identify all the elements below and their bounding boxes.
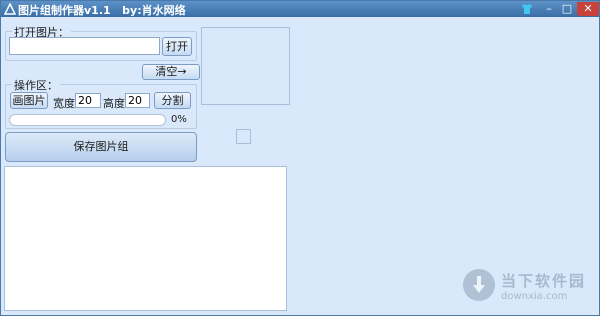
download-arrow-icon [473,276,485,293]
image-path-input[interactable] [9,37,160,55]
progress-percent: 0% [171,114,187,125]
tile-preview [236,129,251,144]
app-window: 图片组制作器v1.1 by:肖水网络 – □ ✕ 打开图片： 打开 清空→ 操作… [0,0,600,316]
skin-button[interactable] [519,2,535,16]
progress-bar [9,114,166,126]
operations-legend: 操作区： [12,77,60,93]
draw-image-button[interactable]: 画图片 [10,92,48,109]
app-logo-icon [4,3,16,15]
height-input[interactable] [125,93,150,108]
open-button[interactable]: 打开 [162,37,192,56]
shirt-icon [522,4,532,14]
image-preview [201,27,290,105]
close-button[interactable]: ✕ [577,2,599,16]
save-image-group-button[interactable]: 保存图片组 [5,132,197,162]
maximize-button[interactable]: □ [559,2,575,16]
output-list[interactable] [4,166,287,311]
title-bar[interactable]: 图片组制作器v1.1 by:肖水网络 – □ ✕ [1,1,599,17]
window-title: 图片组制作器v1.1 by:肖水网络 [18,4,186,17]
split-button[interactable]: 分割 [154,92,191,109]
minimize-button[interactable]: – [541,2,557,16]
watermark-url: downxia.com [501,291,568,302]
watermark-title: 当下软件园 [501,272,587,290]
clear-button[interactable]: 清空→ [142,64,200,80]
watermark-logo [463,269,495,301]
width-input[interactable] [75,93,101,108]
